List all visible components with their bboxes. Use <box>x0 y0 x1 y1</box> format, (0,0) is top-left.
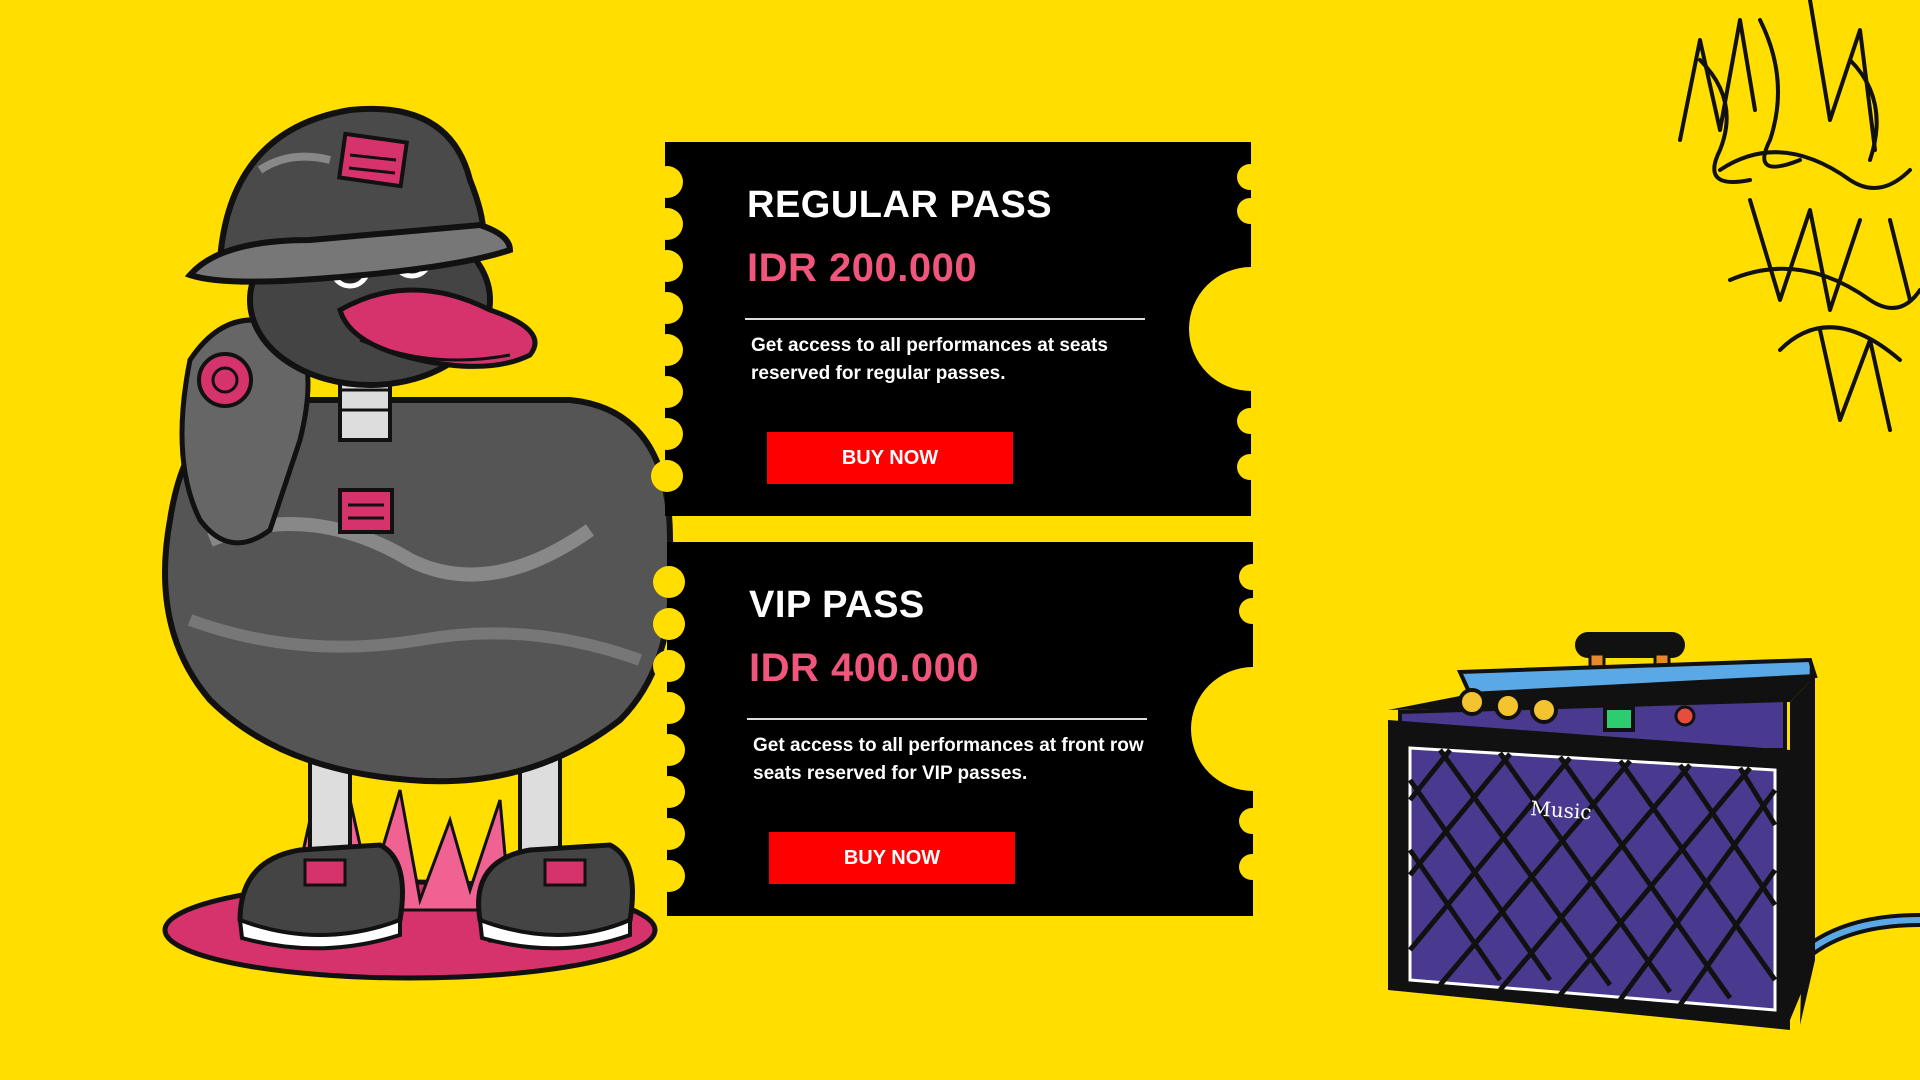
ticket-regular-pass: REGULAR PASS IDR 200.000 Get access to a… <box>651 142 1313 516</box>
ticket-price: IDR 400.000 <box>749 646 980 690</box>
ticket-section: REGULAR PASS IDR 200.000 Get access to a… <box>0 0 1920 1080</box>
ticket-divider <box>745 318 1145 320</box>
ticket-price: IDR 200.000 <box>747 246 978 290</box>
ticket-title: VIP PASS <box>749 584 925 626</box>
ticket-vip-pass: VIP PASS IDR 400.000 Get access to all p… <box>653 542 1315 916</box>
ticket-divider <box>747 718 1147 720</box>
amp-label: Music <box>1530 796 1593 824</box>
graffiti-tag-decoration <box>1678 0 1920 432</box>
buy-vip-pass-button[interactable]: BUY NOW <box>769 832 1015 884</box>
buy-regular-pass-button[interactable]: BUY NOW <box>767 432 1013 484</box>
ticket-title: REGULAR PASS <box>747 184 1053 226</box>
ticket-perforation <box>651 142 701 516</box>
duck-mascot-illustration <box>162 105 675 981</box>
ticket-perforation <box>653 542 703 916</box>
ticket-description: Get access to all performances at front … <box>753 735 1144 784</box>
music-amplifier-illustration: Music <box>1388 632 1920 1030</box>
ticket-description: Get access to all performances at seats … <box>751 335 1108 384</box>
